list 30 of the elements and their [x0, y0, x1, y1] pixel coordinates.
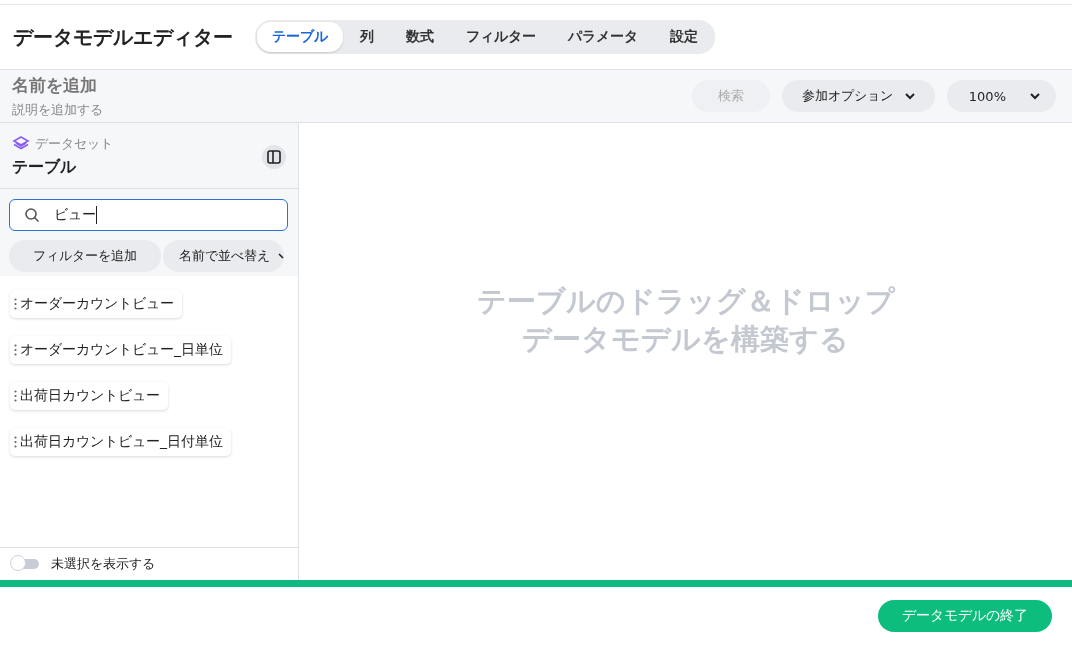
empty-state-text: テーブルのドラッグ＆ドロップ: [476, 283, 895, 320]
empty-state-text: データモデルを構築する: [522, 320, 849, 358]
zoom-dropdown[interactable]: 100%: [946, 80, 1056, 112]
panel-toggle-button[interactable]: [262, 144, 286, 169]
drag-handle-icon: [14, 390, 17, 402]
name-field[interactable]: 名前を追加: [12, 73, 680, 97]
tab[interactable]: フィルター: [451, 22, 551, 52]
editor-title: データモデルエディター: [13, 23, 233, 51]
drag-handle-icon: [14, 344, 17, 356]
tab[interactable]: 設定: [655, 22, 713, 52]
toggle-label: 未選択を表示する: [51, 555, 155, 573]
search-icon: [24, 207, 40, 223]
drag-handle-icon: [14, 436, 17, 448]
tab[interactable]: パラメータ: [553, 22, 653, 52]
panel-icon: [267, 149, 281, 164]
table-chip[interactable]: オーダーカウントビュー: [10, 290, 182, 318]
drag-handle-icon: [14, 298, 17, 310]
join-options-dropdown[interactable]: 参加オプション: [781, 80, 935, 112]
tab[interactable]: 数式: [391, 22, 449, 52]
dataset-label: データセット: [35, 135, 113, 153]
add-filter-button[interactable]: フィルターを追加: [9, 240, 161, 272]
table-chip[interactable]: 出荷日カウントビュー: [10, 382, 168, 410]
sort-button[interactable]: 名前で並べ替え: [163, 240, 284, 272]
table-chip[interactable]: 出荷日カウントビュー_日付単位: [10, 428, 231, 456]
tab[interactable]: テーブル: [257, 22, 343, 52]
description-field[interactable]: 説明を追加する: [12, 100, 680, 119]
table-chip[interactable]: オーダーカウントビュー_日単位: [10, 336, 231, 364]
search-field[interactable]: ビュー: [9, 199, 288, 231]
sidebar-title: テーブル: [12, 157, 77, 178]
tab[interactable]: 列: [345, 22, 389, 52]
